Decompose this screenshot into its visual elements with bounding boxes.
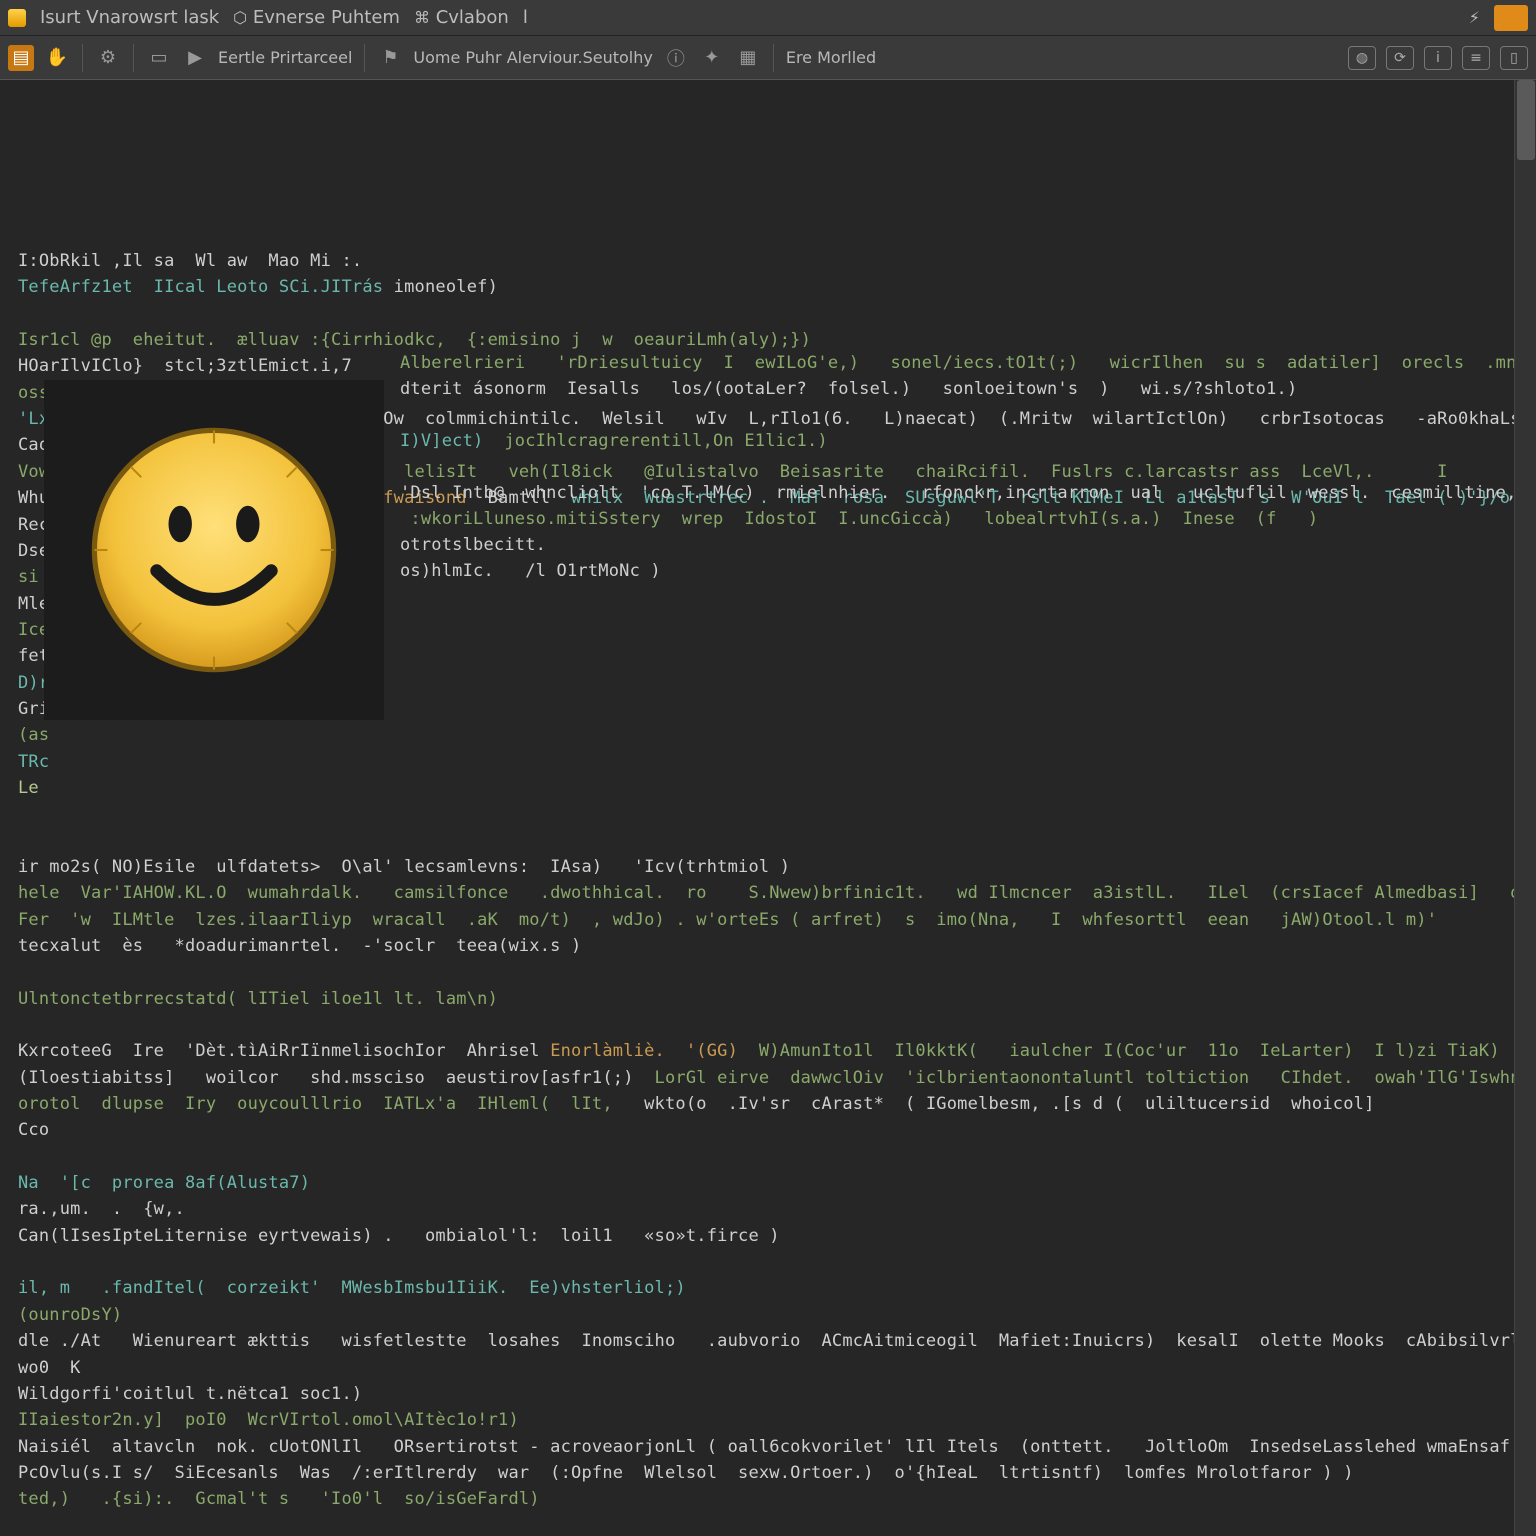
play-icon[interactable]: ▶ bbox=[182, 45, 208, 71]
code-line[interactable] bbox=[18, 1249, 1496, 1275]
code-line-continuation[interactable]: :wkoriLluneso.mitiSstery wrep IdostoI I.… bbox=[400, 506, 1318, 532]
code-line[interactable] bbox=[18, 1012, 1496, 1038]
code-line[interactable]: (ounroDsY) bbox=[18, 1302, 1496, 1328]
code-line[interactable] bbox=[18, 828, 1496, 854]
app-icon bbox=[8, 9, 26, 27]
app-title: Isurt Vnarowsrt lask bbox=[40, 7, 219, 28]
code-line[interactable]: Cco bbox=[18, 1117, 1496, 1143]
code-line[interactable]: I:ObRkil ,Il sa Wl aw Mao Mi :. bbox=[18, 248, 1496, 274]
scroll-thumb[interactable] bbox=[1517, 80, 1535, 160]
code-line[interactable]: Naisiél altavcln nok. cUotONlIl ORsertir… bbox=[18, 1434, 1496, 1460]
menu-item-3[interactable]: l bbox=[523, 7, 528, 28]
menu-item-2-label: Cvlabon bbox=[436, 7, 509, 28]
code-line-continuation[interactable]: os)hlmIc. /l O1rtMoNc ) bbox=[400, 558, 661, 584]
code-line[interactable]: ir mo2s( NO)Esile ulfdatets> O\al' lecsa… bbox=[18, 854, 1496, 880]
code-line[interactable]: (Iloestiabitss] woilcor shd.mssciso aeus… bbox=[18, 1065, 1496, 1091]
code-line[interactable]: ra.,um. . {w,. bbox=[18, 1196, 1496, 1222]
hand-icon[interactable]: ✋ bbox=[44, 45, 70, 71]
menu-item-1-label: Evnerse Puhtem bbox=[253, 7, 400, 28]
info-small-icon[interactable]: ⓘ bbox=[663, 45, 689, 71]
command-icon: ⌘ bbox=[414, 8, 430, 27]
code-line[interactable]: (as bbox=[18, 722, 1496, 748]
code-editor[interactable]: Alberelrieri 'rDriesultuicy I ewILoG'e,)… bbox=[0, 80, 1514, 1536]
menubar: Isurt Vnarowsrt lask ⬡ Evnerse Puhtem ⌘ … bbox=[0, 0, 1536, 36]
rect-icon[interactable]: ▭ bbox=[146, 45, 172, 71]
code-line[interactable]: Le bbox=[18, 775, 1496, 801]
code-line[interactable]: KxrcoteeG Ire 'Dèt.tìAiRrIïnmelisochIor … bbox=[18, 1038, 1496, 1064]
flag-icon[interactable]: ⚑ bbox=[377, 45, 403, 71]
sparkle-icon[interactable]: ✦ bbox=[699, 45, 725, 71]
code-line[interactable]: dle ./At Wienureart ækttis wisfetlestte … bbox=[18, 1328, 1496, 1354]
code-line[interactable]: PcOvlu(s.I s/ SiEcesanls Was /:erItlrerd… bbox=[18, 1460, 1496, 1486]
notes-icon[interactable]: ≡ bbox=[1462, 46, 1490, 70]
globe-icon[interactable]: ◍ bbox=[1348, 46, 1376, 70]
code-line[interactable] bbox=[18, 959, 1496, 985]
code-line-continuation[interactable]: otrotslbecitt. bbox=[400, 532, 546, 558]
info-icon[interactable]: i bbox=[1424, 46, 1452, 70]
code-line-continuation[interactable]: Alberelrieri 'rDriesultuicy I ewILoG'e,)… bbox=[400, 350, 1514, 376]
layout-icon[interactable]: ▦ bbox=[735, 45, 761, 71]
code-line[interactable] bbox=[18, 301, 1496, 327]
code-line[interactable]: TRc bbox=[18, 749, 1496, 775]
code-line[interactable]: wo0 K bbox=[18, 1355, 1496, 1381]
refresh-icon[interactable]: ⟳ bbox=[1386, 46, 1414, 70]
code-line[interactable]: Wildgorfi'coitlul t.nëtca1 soc1.) bbox=[18, 1381, 1496, 1407]
hex-icon: ⬡ bbox=[233, 8, 247, 27]
gear-icon[interactable]: ⚙ bbox=[95, 45, 121, 71]
code-line[interactable]: Ulntonctetbrrecstatd( lITiel iloe1l lt. … bbox=[18, 986, 1496, 1012]
stack-icon[interactable]: ▯ bbox=[1500, 46, 1528, 70]
menu-item-2[interactable]: ⌘ Cvlabon bbox=[414, 7, 509, 28]
smiley-icon bbox=[84, 420, 344, 680]
code-line[interactable]: TefeArfz1et IIcal Leoto SCi.JITrás imone… bbox=[18, 274, 1496, 300]
code-line-continuation[interactable]: 'Dsl Intb@ whncliolt 'co T.lM(c) rmielnh… bbox=[400, 480, 1514, 506]
code-line[interactable] bbox=[18, 801, 1496, 827]
editor-area: Alberelrieri 'rDriesultuicy I ewILoG'e,)… bbox=[0, 80, 1536, 1536]
code-line[interactable]: tecxalut ès *doadurimanrtel. -'soclr tee… bbox=[18, 933, 1496, 959]
toolbar-right-label[interactable]: Ere Morlled bbox=[786, 48, 876, 67]
toolbar: ▤ ✋ ⚙ ▭ ▶ Eertle Prirtarceel ⚑ Uome Puhr… bbox=[0, 36, 1536, 80]
window-action-button[interactable] bbox=[1494, 5, 1528, 31]
code-line[interactable]: hele Var'IAHOW.KL.O wumahrdalk. camsilfo… bbox=[18, 880, 1496, 906]
code-line[interactable]: Fer 'w ILMtle lzes.ilaarIliyp wracall .a… bbox=[18, 907, 1496, 933]
toolbar-left-label[interactable]: Eertle Prirtarceel bbox=[218, 48, 352, 67]
code-line[interactable] bbox=[18, 1513, 1496, 1536]
code-line-continuation[interactable]: I)V]ect) jocIhlcragrerentill,On E1lic1.) bbox=[400, 428, 828, 454]
menu-item-1[interactable]: ⬡ Evnerse Puhtem bbox=[233, 7, 400, 28]
code-line[interactable] bbox=[18, 1144, 1496, 1170]
code-line[interactable]: ted,) .{si):. Gcmal't s 'Io0'l so/isGeFa… bbox=[18, 1486, 1496, 1512]
bolt-icon[interactable]: ⚡ bbox=[1469, 8, 1480, 27]
smiley-overlay bbox=[44, 380, 384, 720]
code-line[interactable]: orotol dlupse Iry ouycoulllrio IATLx'a I… bbox=[18, 1091, 1496, 1117]
toolbar-mid-label[interactable]: Uome Puhr Alerviour.Seutolhy bbox=[413, 48, 652, 67]
code-line[interactable]: Can(lIsesIpteLiternise eyrtvewais) . omb… bbox=[18, 1223, 1496, 1249]
vertical-scrollbar[interactable] bbox=[1514, 80, 1536, 1536]
code-line-continuation[interactable]: dterit ásonorm Iesalls los/(ootaLer? fol… bbox=[400, 376, 1297, 402]
code-line[interactable]: il, m .fandItel( corzeikt' MWesbImsbu1Ii… bbox=[18, 1275, 1496, 1301]
code-line[interactable]: IIaiestor2n.y] poI0 WcrVIrtol.omol\AItèc… bbox=[18, 1407, 1496, 1433]
code-line[interactable]: Na '[c prorea 8af(Alusta7) bbox=[18, 1170, 1496, 1196]
doc-icon[interactable]: ▤ bbox=[8, 45, 34, 71]
